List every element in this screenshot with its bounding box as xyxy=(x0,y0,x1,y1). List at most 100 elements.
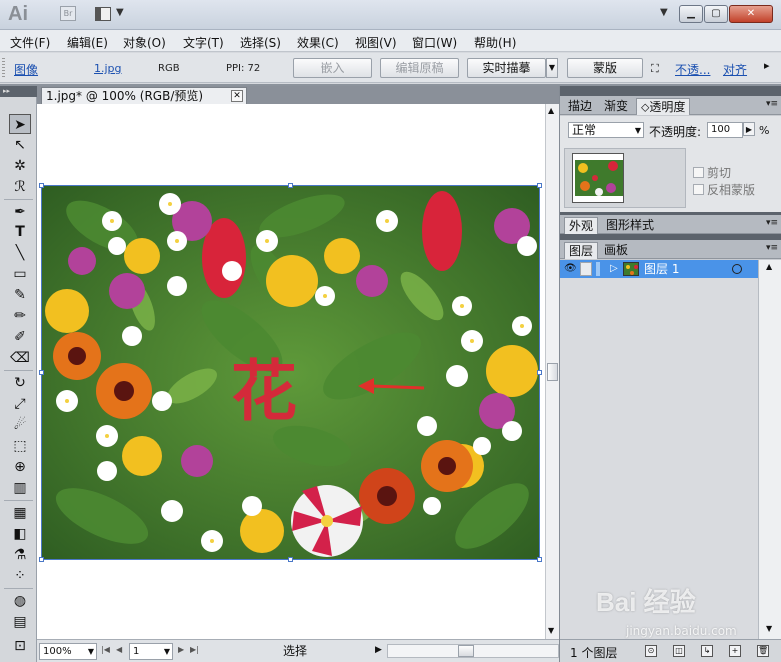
lasso-tool-icon[interactable]: ℛ xyxy=(9,177,31,197)
clip-checkbox[interactable]: 剪切 xyxy=(693,164,731,181)
direct-selection-tool-icon[interactable]: ↖ xyxy=(9,135,31,155)
selection-handle[interactable] xyxy=(39,183,44,188)
workspace-layout-icon[interactable] xyxy=(95,7,111,21)
menu-view[interactable]: 视图(V) xyxy=(355,34,397,51)
workspace-dropdown-icon[interactable]: ▼ xyxy=(660,7,668,18)
type-tool-icon[interactable]: T xyxy=(9,222,31,242)
first-page-icon[interactable]: |◀ xyxy=(101,645,110,654)
symbol-sprayer-tool-icon[interactable]: ◍ xyxy=(9,591,31,611)
layer-name[interactable]: 图层 1 xyxy=(644,261,679,277)
selection-handle[interactable] xyxy=(537,183,542,188)
selection-tool-icon[interactable]: ➤ xyxy=(9,114,31,134)
tab-stroke[interactable]: 描边 xyxy=(564,98,596,115)
layer-row[interactable]: 👁 ▷ 图层 1 xyxy=(560,260,758,278)
status-tool-label[interactable]: 选择 xyxy=(204,643,386,660)
horizontal-scroll-thumb[interactable] xyxy=(458,645,474,657)
layers-scrollbar[interactable]: ▲ ▼ xyxy=(758,260,781,639)
close-button[interactable]: ✕ xyxy=(729,5,773,23)
opacity-slider-toggle[interactable]: ▶ xyxy=(743,122,755,136)
live-trace-button[interactable]: 实时描摹 xyxy=(467,58,546,78)
clipping-mask-icon[interactable]: ◫ xyxy=(673,645,685,657)
scroll-up-icon[interactable]: ▲ xyxy=(766,262,772,271)
panel-menu-icon[interactable]: ▾≡ xyxy=(766,218,778,228)
target-icon[interactable] xyxy=(732,264,742,274)
vertical-scrollbar[interactable]: ▲ ▼ xyxy=(545,104,559,639)
horizontal-scrollbar[interactable] xyxy=(387,644,559,658)
menu-select[interactable]: 选择(S) xyxy=(240,34,281,51)
transform-icon[interactable]: ⛶ xyxy=(651,62,659,76)
align-link[interactable]: 对齐 xyxy=(723,61,747,78)
scale-tool-icon[interactable]: ⤢ xyxy=(9,394,31,414)
eyedropper-tool-icon[interactable]: ⚗ xyxy=(9,545,31,565)
selection-handle[interactable] xyxy=(288,183,293,188)
document-tab[interactable]: 1.jpg* @ 100% (RGB/预览) ✕ xyxy=(41,87,247,104)
checkbox-icon[interactable] xyxy=(693,184,704,195)
mask-button[interactable]: 蒙版 xyxy=(567,58,643,78)
rectangle-tool-icon[interactable]: ▭ xyxy=(9,264,31,284)
last-page-icon[interactable]: ▶| xyxy=(190,645,199,654)
panel-menu-icon[interactable]: ▾≡ xyxy=(766,243,778,253)
edit-original-button[interactable]: 编辑原稿 xyxy=(380,58,459,78)
selection-handle[interactable] xyxy=(288,557,293,562)
shape-builder-tool-icon[interactable]: ⊕ xyxy=(9,457,31,477)
selection-handle[interactable] xyxy=(537,557,542,562)
artboard-tool-icon[interactable]: ⊡ xyxy=(9,636,31,656)
menu-help[interactable]: 帮助(H) xyxy=(474,34,516,51)
menu-type[interactable]: 文字(T) xyxy=(183,34,224,51)
vertical-scroll-thumb[interactable] xyxy=(547,363,558,381)
new-layer-icon[interactable]: + xyxy=(729,645,741,657)
embed-button[interactable]: 嵌入 xyxy=(293,58,372,78)
control-bar-menu-icon[interactable]: ▸ xyxy=(764,59,770,72)
pen-tool-icon[interactable]: ✒ xyxy=(9,202,31,222)
eraser-tool-icon[interactable]: ⌫ xyxy=(9,348,31,368)
menu-object[interactable]: 对象(O) xyxy=(123,34,166,51)
live-trace-dropdown[interactable]: ▼ xyxy=(546,58,558,78)
tab-artboards[interactable]: 画板 xyxy=(600,242,632,259)
menu-effect[interactable]: 效果(C) xyxy=(297,34,339,51)
scroll-up-icon[interactable]: ▲ xyxy=(548,106,554,115)
locate-object-icon[interactable]: ⊙ xyxy=(645,645,657,657)
selection-handle[interactable] xyxy=(537,370,542,375)
expand-triangle-icon[interactable]: ▷ xyxy=(610,263,618,274)
chevron-down-icon[interactable]: ▼ xyxy=(116,7,124,18)
paintbrush-tool-icon[interactable]: ✎ xyxy=(9,285,31,305)
control-bar-grip[interactable] xyxy=(2,58,5,78)
selection-handle[interactable] xyxy=(39,557,44,562)
graph-tool-icon[interactable]: ▥ xyxy=(9,478,31,498)
menu-edit[interactable]: 编辑(E) xyxy=(67,34,108,51)
gradient-tool-icon[interactable]: ◧ xyxy=(9,524,31,544)
trash-icon[interactable]: 🗑 xyxy=(757,645,769,657)
selection-handle[interactable] xyxy=(39,370,44,375)
invert-mask-checkbox[interactable]: 反相蒙版 xyxy=(693,181,755,198)
linked-file-link[interactable]: 1.jpg xyxy=(94,62,122,75)
chevron-down-icon[interactable]: ▼ xyxy=(164,644,170,659)
checkbox-icon[interactable] xyxy=(693,167,704,178)
panel-menu-icon[interactable]: ▾≡ xyxy=(766,99,778,109)
minimize-button[interactable]: ▁ xyxy=(679,5,703,23)
tab-appearance[interactable]: 外观 xyxy=(564,217,599,234)
panel-dock-header[interactable] xyxy=(560,86,781,96)
toolbox-collapse-icon[interactable]: ▸▸ xyxy=(0,86,37,97)
prev-page-icon[interactable]: ◀ xyxy=(116,645,122,654)
object-type-link[interactable]: 图像 xyxy=(14,61,38,78)
tab-transparency[interactable]: ⬦透明度 xyxy=(636,98,691,115)
magic-wand-tool-icon[interactable]: ✲ xyxy=(9,156,31,176)
canvas[interactable]: 花 xyxy=(37,104,545,639)
column-graph-tool-icon[interactable]: ▤ xyxy=(9,612,31,632)
line-tool-icon[interactable]: ╲ xyxy=(9,243,31,263)
blend-tool-icon[interactable]: ⁘ xyxy=(9,566,31,586)
free-transform-tool-icon[interactable]: ⬚ xyxy=(9,436,31,456)
rotate-tool-icon[interactable]: ↻ xyxy=(9,373,31,393)
bridge-button[interactable]: Br xyxy=(60,6,76,21)
opacity-link[interactable]: 不透... xyxy=(675,61,710,78)
scroll-down-icon[interactable]: ▼ xyxy=(548,626,554,635)
mesh-tool-icon[interactable]: ▦ xyxy=(9,503,31,523)
status-menu-icon[interactable]: ▶ xyxy=(375,645,382,655)
tab-graphic-styles[interactable]: 图形样式 xyxy=(602,217,658,234)
object-thumbnail[interactable] xyxy=(572,153,624,203)
eye-icon[interactable]: 👁 xyxy=(564,263,577,274)
tab-layers[interactable]: 图层 xyxy=(564,242,599,259)
chevron-down-icon[interactable]: ▼ xyxy=(88,644,94,659)
tab-gradient[interactable]: 渐变 xyxy=(600,98,632,115)
warp-tool-icon[interactable]: ☄ xyxy=(9,415,31,435)
